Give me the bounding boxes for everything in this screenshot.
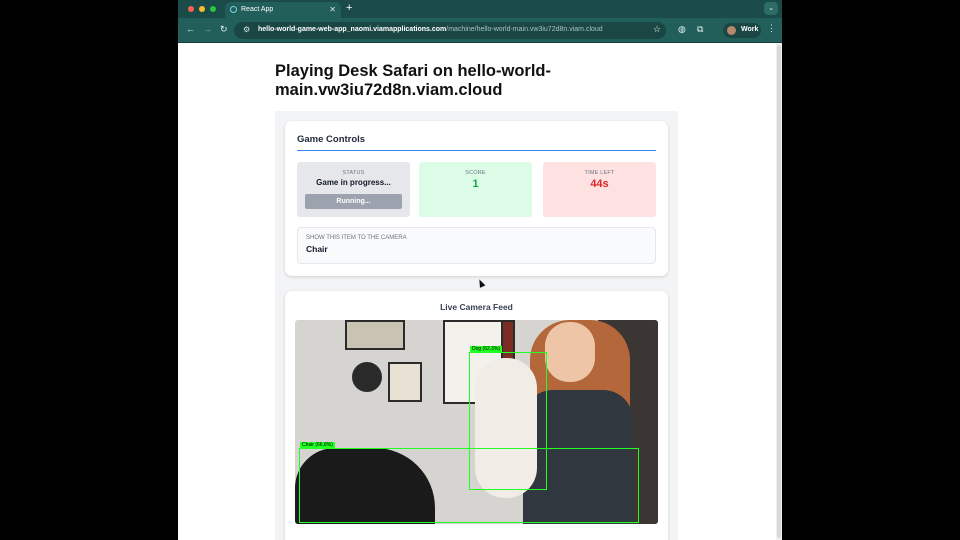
score-label: SCORE	[465, 170, 486, 176]
page-content: Playing Desk Safari on hello-world-main.…	[178, 43, 776, 540]
browser-toolbar: ← → ↻ ⚙ hello-world-game-web-app_naomi.v…	[178, 18, 782, 43]
close-window-button[interactable]	[188, 6, 194, 12]
tab-bar: React App ✕ + ⌄	[178, 0, 782, 18]
score-value: 1	[472, 178, 479, 190]
back-icon[interactable]: ←	[186, 24, 195, 34]
address-bar[interactable]: ⚙ hello-world-game-web-app_naomi.viamapp…	[234, 22, 666, 39]
forward-icon[interactable]: →	[203, 24, 212, 34]
target-item-label: SHOW THIS ITEM TO THE CAMERA	[306, 235, 407, 241]
detection-label-dog: Dog (62.3%)	[470, 346, 503, 353]
close-icon[interactable]: ✕	[329, 5, 336, 14]
detection-label-chair: Chair (66.8%)	[300, 442, 335, 449]
time-left-panel: TIME LEFT 44s	[543, 162, 656, 217]
scrollbar[interactable]	[776, 43, 782, 540]
tune-icon[interactable]: ⚙	[243, 25, 250, 34]
status-panel: STATUS Game in progress... Running...	[297, 162, 410, 217]
status-value: Game in progress...	[316, 178, 391, 187]
reload-icon[interactable]: ↻	[220, 24, 228, 35]
camera-feed-card: Live Camera Feed Dog (62.3%) Chair (66.8…	[285, 291, 668, 540]
game-controls-card: Game Controls STATUS Game in progress...…	[285, 121, 668, 276]
camera-clock	[352, 362, 382, 392]
camera-feed-heading: Live Camera Feed	[440, 302, 513, 312]
page-title: Playing Desk Safari on hello-world-main.…	[275, 62, 551, 99]
react-favicon-icon	[230, 6, 237, 13]
time-left-value: 44s	[590, 178, 609, 190]
target-item-panel: SHOW THIS ITEM TO THE CAMERA Chair	[297, 227, 656, 264]
heading-divider	[297, 150, 656, 151]
browser-window: React App ✕ + ⌄ ← → ↻ ⚙ hello-world-game…	[178, 0, 782, 540]
profile-label: Work	[741, 26, 759, 33]
tab-title: React App	[241, 6, 274, 13]
game-container: Game Controls STATUS Game in progress...…	[275, 111, 678, 540]
new-tab-button[interactable]: +	[346, 2, 352, 14]
camera-picture-frame	[388, 362, 422, 402]
url-host: hello-world-game-web-app_naomi.viamappli…	[258, 26, 447, 33]
maximize-window-button[interactable]	[210, 6, 216, 12]
extensions-icon[interactable]: ◍	[678, 24, 686, 35]
minimize-window-button[interactable]	[199, 6, 205, 12]
url-path: /machine/hello-world-main.vw3iu72d8n.via…	[446, 26, 603, 33]
game-controls-heading: Game Controls	[297, 134, 366, 145]
camera-person-face	[545, 322, 595, 382]
kebab-icon[interactable]: ⋮	[767, 23, 776, 34]
time-left-label: TIME LEFT	[584, 170, 615, 176]
star-icon[interactable]: ☆	[653, 24, 661, 35]
cursor-icon	[476, 278, 486, 288]
tab-react-app[interactable]: React App ✕	[225, 2, 341, 18]
camera-feed-image: Dog (62.3%) Chair (66.8%)	[295, 320, 658, 524]
status-label: STATUS	[342, 170, 365, 176]
puzzle-icon[interactable]: ⧉	[697, 24, 703, 35]
running-button[interactable]: Running...	[305, 194, 402, 209]
avatar	[727, 26, 736, 35]
scrollbar-thumb[interactable]	[777, 45, 781, 538]
target-item-value: Chair	[306, 244, 328, 254]
chevron-down-icon[interactable]: ⌄	[764, 2, 778, 15]
camera-picture-frame	[345, 320, 405, 350]
score-panel: SCORE 1	[419, 162, 532, 217]
detection-box-chair: Chair (66.8%)	[299, 442, 639, 523]
profile-button[interactable]: Work	[723, 23, 761, 38]
